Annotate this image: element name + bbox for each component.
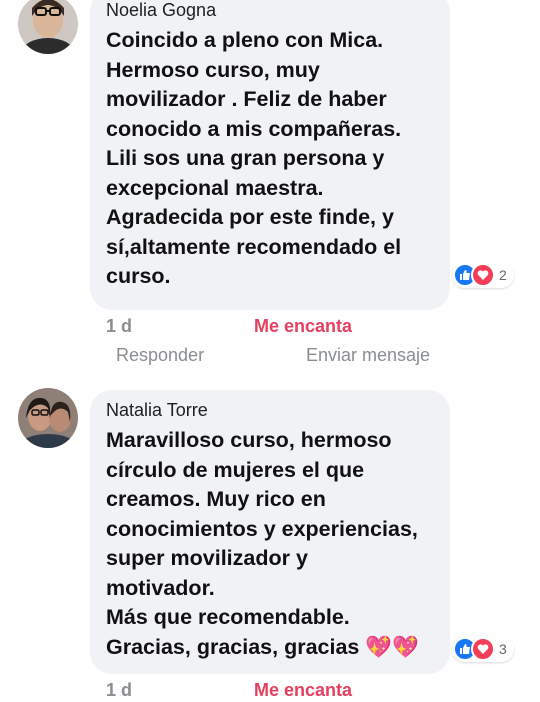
comment-text-body: Maravilloso curso, hermoso círculo de mu… — [106, 428, 418, 659]
comment-author[interactable]: Noelia Gogna — [106, 0, 216, 21]
comment-text: Maravilloso curso, hermoso círculo de mu… — [106, 426, 436, 662]
love-icon — [471, 637, 495, 661]
comment-time[interactable]: 1 d — [106, 680, 132, 701]
love-icon — [471, 263, 495, 287]
reactions-summary[interactable]: 3 — [452, 636, 514, 662]
avatar[interactable] — [18, 388, 78, 448]
comment-time[interactable]: 1 d — [106, 316, 132, 337]
love-reaction-link[interactable]: Me encanta — [254, 316, 352, 337]
comment-text: Coincido a pleno con Mica. Hermoso curso… — [106, 28, 402, 288]
comment-natalia: Natalia Torre Maravilloso curso, hermoso… — [0, 386, 540, 702]
reaction-count: 2 — [499, 267, 507, 283]
comment-bubble[interactable]: Noelia Gogna Coincido a pleno con Mica. … — [90, 0, 514, 310]
sparkling-heart-emoji: 💖💖 — [365, 634, 419, 659]
comment-noelia: Noelia Gogna Coincido a pleno con Mica. … — [0, 0, 540, 380]
reaction-count: 3 — [499, 641, 507, 657]
love-reaction-link[interactable]: Me encanta — [254, 680, 352, 701]
comment-author[interactable]: Natalia Torre — [106, 400, 208, 421]
comment-bubble[interactable]: Natalia Torre Maravilloso curso, hermoso… — [90, 390, 514, 674]
reactions-summary[interactable]: 2 — [452, 262, 514, 288]
reply-button[interactable]: Responder — [116, 345, 204, 366]
send-message-button[interactable]: Enviar mensaje — [306, 345, 430, 366]
avatar[interactable] — [18, 0, 78, 54]
